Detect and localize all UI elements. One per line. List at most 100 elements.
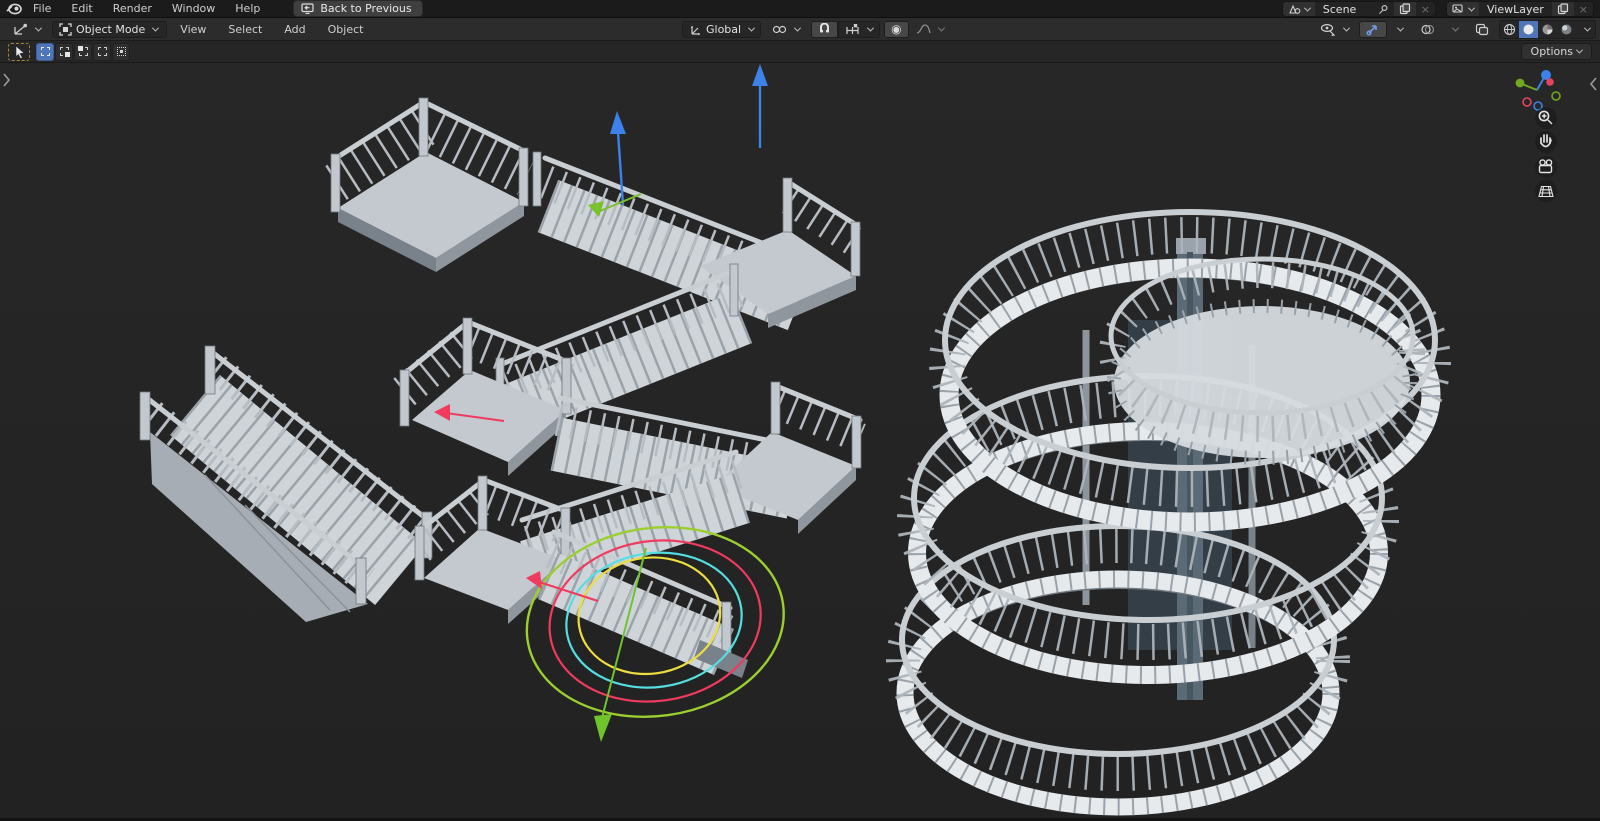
topbar: File Edit Render Window Help Back to Pre…	[0, 0, 1600, 18]
pivot-point-dropdown[interactable]	[765, 21, 807, 38]
blender-logo-icon[interactable]	[6, 2, 22, 16]
options-button[interactable]: Options	[1520, 43, 1592, 60]
menu-select[interactable]: Select	[219, 22, 271, 37]
view-layer-icon	[1452, 3, 1463, 13]
duplicate-icon	[1399, 3, 1410, 15]
mode-dropdown[interactable]: Object Mode	[52, 20, 168, 38]
object-mode-icon	[59, 22, 72, 36]
scene-selector: Scene ×	[1281, 1, 1436, 17]
select-box-invert-button[interactable]	[93, 42, 111, 61]
menu-add[interactable]: Add	[275, 22, 314, 37]
xray-toggle[interactable]	[1468, 21, 1496, 38]
select-box-subtract-button[interactable]	[74, 42, 92, 61]
menu-edit[interactable]: Edit	[62, 1, 101, 16]
gizmo-icon	[1366, 24, 1377, 35]
shading-rendered-icon	[1561, 24, 1572, 34]
editor-type-icon	[14, 23, 27, 35]
menu-view[interactable]: View	[171, 22, 215, 37]
back-to-previous-label: Back to Previous	[320, 2, 412, 15]
tweak-tool-button[interactable]	[8, 42, 30, 61]
shading-mode-switch	[1499, 19, 1596, 39]
z-axis-arrow-right[interactable]	[752, 64, 768, 148]
xray-icon	[1475, 23, 1489, 35]
sidebar-expand-icon[interactable]	[1589, 77, 1597, 91]
select-subtract-icon	[77, 46, 88, 56]
chevron-down-icon	[1451, 24, 1460, 32]
overlays-icon	[1421, 24, 1435, 34]
navigation-gizmo[interactable]	[1515, 70, 1561, 111]
menu-help[interactable]: Help	[226, 1, 269, 16]
viewport[interactable]	[0, 63, 1600, 821]
scene-icon	[1288, 4, 1301, 14]
zoom-button[interactable]	[1535, 107, 1557, 129]
scene-browse-button[interactable]	[1282, 2, 1315, 16]
visibility-filter-dropdown[interactable]	[1313, 21, 1356, 38]
options-label: Options	[1530, 45, 1573, 58]
spiral-staircase[interactable]	[886, 209, 1451, 816]
orientation-icon	[690, 25, 700, 35]
toolbar-expand-icon[interactable]	[3, 73, 11, 87]
view-layer-selector: ViewLayer ×	[1446, 1, 1594, 17]
select-box-intersect-button[interactable]	[112, 42, 130, 61]
chevron-down-icon	[1342, 24, 1351, 32]
overlays-dropdown[interactable]	[1442, 21, 1465, 38]
menu-render[interactable]: Render	[104, 1, 161, 16]
pan-button[interactable]	[1535, 131, 1557, 153]
shading-wireframe-icon	[1503, 23, 1516, 35]
scene-new-button[interactable]	[1393, 2, 1416, 16]
select-box-new-button[interactable]	[36, 42, 54, 61]
switchback-staircase[interactable]	[325, 97, 867, 678]
proportional-editing-toggle[interactable]: ◉	[884, 20, 909, 38]
shading-material-button[interactable]	[1538, 21, 1557, 38]
mode-label: Object Mode	[76, 22, 146, 36]
view-layer-name[interactable]: ViewLayer	[1479, 3, 1552, 16]
shading-rendered-button[interactable]	[1557, 21, 1576, 38]
chevron-down-icon	[1575, 46, 1584, 54]
chevron-down-icon	[748, 24, 756, 32]
pivot-icon	[772, 25, 787, 33]
menu-object[interactable]: Object	[319, 22, 373, 37]
camera-view-button[interactable]	[1535, 156, 1557, 178]
select-mode-group	[36, 42, 130, 61]
chevron-down-icon	[34, 24, 43, 32]
select-invert-icon	[97, 47, 107, 56]
perspective-grid-button[interactable]	[1535, 180, 1557, 202]
chevron-down-icon	[1467, 4, 1476, 12]
shading-solid-icon	[1523, 24, 1534, 34]
select-box-extend-button[interactable]	[55, 42, 73, 61]
shading-solid-button[interactable]	[1519, 20, 1538, 38]
pin-icon[interactable]	[1373, 2, 1394, 16]
snap-target-dropdown[interactable]	[838, 20, 881, 38]
viewport-canvas[interactable]	[0, 63, 1600, 821]
gizmos-toggle[interactable]	[1359, 20, 1387, 38]
transform-orientation-dropdown[interactable]: Global	[682, 20, 762, 38]
straight-staircase[interactable]	[139, 345, 442, 622]
shading-dropdown[interactable]	[1576, 21, 1595, 38]
view-layer-new-button[interactable]	[1551, 2, 1574, 16]
view-layer-browse-button[interactable]	[1447, 2, 1479, 16]
proportional-icon: ◉	[891, 22, 902, 36]
chevron-down-icon	[152, 24, 160, 32]
chevron-down-icon	[937, 24, 945, 32]
shading-wireframe-button[interactable]	[1500, 21, 1519, 38]
editor-type-button[interactable]	[6, 21, 48, 38]
menu-window[interactable]: Window	[163, 1, 224, 16]
snap-toggle[interactable]	[811, 20, 839, 38]
chevron-down-icon	[1303, 4, 1311, 12]
chevron-down-icon	[1396, 24, 1405, 32]
overlays-toggle[interactable]	[1413, 21, 1442, 38]
scene-name[interactable]: Scene	[1315, 3, 1373, 16]
snap-target-icon	[846, 23, 859, 34]
menu-file[interactable]: File	[24, 1, 60, 16]
select-box-icon	[40, 47, 50, 56]
orientation-label: Global	[706, 22, 742, 36]
select-extend-icon	[59, 47, 70, 57]
scene-unlink-button: ×	[1420, 2, 1430, 16]
proportional-falloff-dropdown[interactable]	[909, 21, 951, 38]
gizmos-dropdown[interactable]	[1387, 21, 1410, 38]
select-intersect-icon	[116, 47, 126, 56]
chevron-down-icon	[867, 24, 875, 32]
back-icon	[301, 3, 314, 14]
back-to-previous-button[interactable]: Back to Previous	[293, 0, 423, 17]
snap-magnet-icon	[820, 22, 830, 32]
